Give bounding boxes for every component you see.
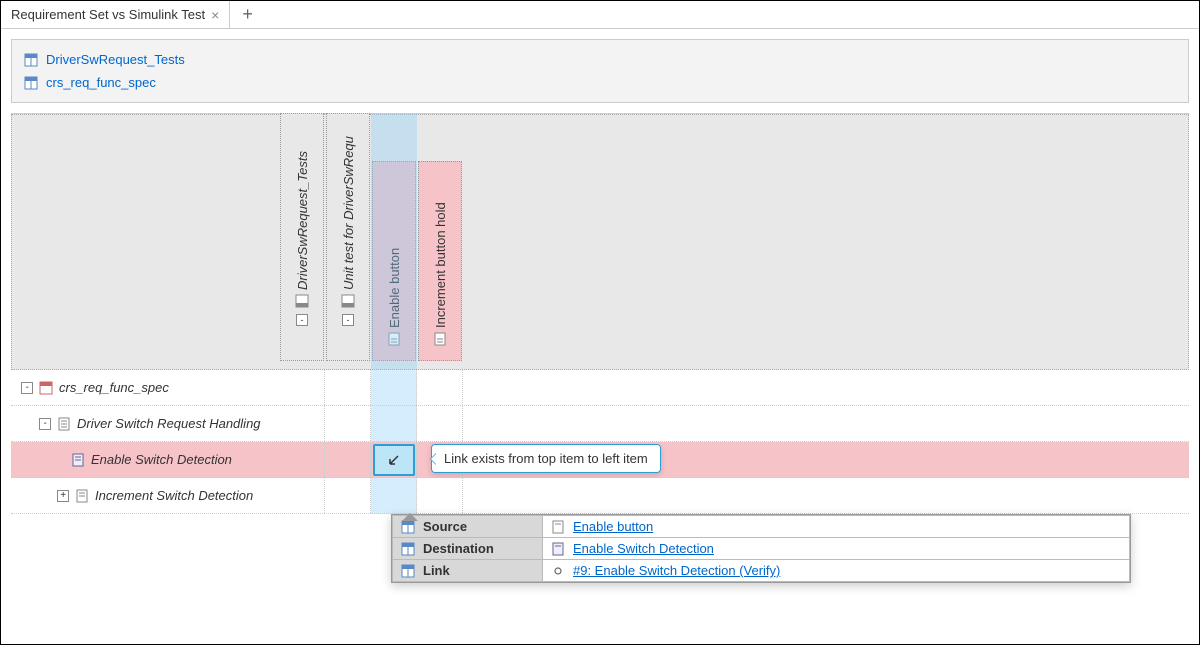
file-link-spec[interactable]: crs_req_func_spec (46, 75, 156, 90)
matrix-header-bg: DriverSwRequest_Tests - Unit test for Dr… (11, 114, 1189, 370)
column-header[interactable]: Increment button hold (418, 161, 462, 361)
file-list-panel: DriverSwRequest_Tests crs_req_func_spec (11, 39, 1189, 103)
row-label-text: crs_req_func_spec (59, 380, 169, 395)
test-file-icon (295, 294, 309, 308)
requirement-icon (75, 489, 89, 503)
source-link[interactable]: Enable button (573, 519, 653, 534)
detail-key: Source (423, 519, 467, 534)
link-cell[interactable] (373, 444, 415, 476)
expand-icon[interactable]: + (57, 490, 69, 502)
detail-key: Link (423, 563, 450, 578)
table-row[interactable]: Enable Switch Detection Link exists from… (11, 442, 1189, 478)
test-case-icon (387, 332, 401, 346)
requirement-icon (551, 542, 565, 556)
matrix-area: DriverSwRequest_Tests - Unit test for Dr… (11, 113, 1189, 114)
column-header[interactable]: Unit test for DriverSwRequ - (326, 113, 370, 361)
row-label-text: Enable Switch Detection (91, 452, 232, 467)
tooltip-text: Link exists from top item to left item (444, 451, 648, 466)
table-row[interactable]: - crs_req_func_spec (11, 370, 1189, 406)
collapse-icon[interactable]: - (296, 314, 308, 326)
column-header[interactable]: DriverSwRequest_Tests - (280, 113, 324, 361)
collapse-icon[interactable]: - (39, 418, 51, 430)
matrix-rows: - crs_req_func_spec - Driver Switch Requ… (11, 370, 1189, 514)
grid-icon (401, 520, 415, 534)
row-label-text: Driver Switch Request Handling (77, 416, 261, 431)
details-table: Source Enable button (392, 515, 1130, 582)
requirement-icon (57, 417, 71, 431)
file-link-tests[interactable]: DriverSwRequest_Tests (46, 52, 185, 67)
test-file-icon (341, 294, 355, 308)
file-row: DriverSwRequest_Tests (24, 48, 1176, 71)
detail-row-source: Source Enable button (393, 516, 1130, 538)
test-case-icon (551, 520, 565, 534)
close-icon[interactable]: × (211, 7, 219, 23)
tab-bar: Requirement Set vs Simulink Test × + (1, 1, 1199, 29)
column-label: Increment button hold (433, 202, 448, 328)
tab-requirement-set[interactable]: Requirement Set vs Simulink Test × (1, 1, 230, 28)
link-arrow-icon (386, 452, 402, 468)
add-tab-button[interactable]: + (230, 4, 265, 25)
grid-icon (401, 564, 415, 578)
detail-key: Destination (423, 541, 494, 556)
tooltip: Link exists from top item to left item (431, 444, 661, 473)
destination-link[interactable]: Enable Switch Detection (573, 541, 714, 556)
collapse-icon[interactable]: - (342, 314, 354, 326)
test-case-icon (433, 332, 447, 346)
file-row: crs_req_func_spec (24, 71, 1176, 94)
detail-row-link: Link #9: Enable Switch Detection (Verify… (393, 560, 1130, 582)
test-file-icon (24, 53, 38, 67)
column-label: Unit test for DriverSwRequ (341, 136, 356, 290)
column-header[interactable]: Enable button (372, 161, 416, 361)
link-details-panel: Source Enable button (391, 514, 1131, 583)
requirement-icon (71, 453, 85, 467)
window: Requirement Set vs Simulink Test × + Dri… (0, 0, 1200, 645)
collapse-icon[interactable]: - (21, 382, 33, 394)
grid-icon (401, 542, 415, 556)
column-label: Enable button (387, 248, 402, 328)
detail-row-destination: Destination Enable Switch Detection (393, 538, 1130, 560)
req-file-icon (39, 381, 53, 395)
req-file-icon (24, 76, 38, 90)
link-icon (551, 564, 565, 578)
tab-label: Requirement Set vs Simulink Test (11, 7, 205, 22)
row-label-text: Increment Switch Detection (95, 488, 253, 503)
column-label: DriverSwRequest_Tests (295, 151, 310, 290)
link-ref[interactable]: #9: Enable Switch Detection (Verify) (573, 563, 780, 578)
table-row[interactable]: + Increment Switch Detection (11, 478, 1189, 514)
table-row[interactable]: - Driver Switch Request Handling (11, 406, 1189, 442)
